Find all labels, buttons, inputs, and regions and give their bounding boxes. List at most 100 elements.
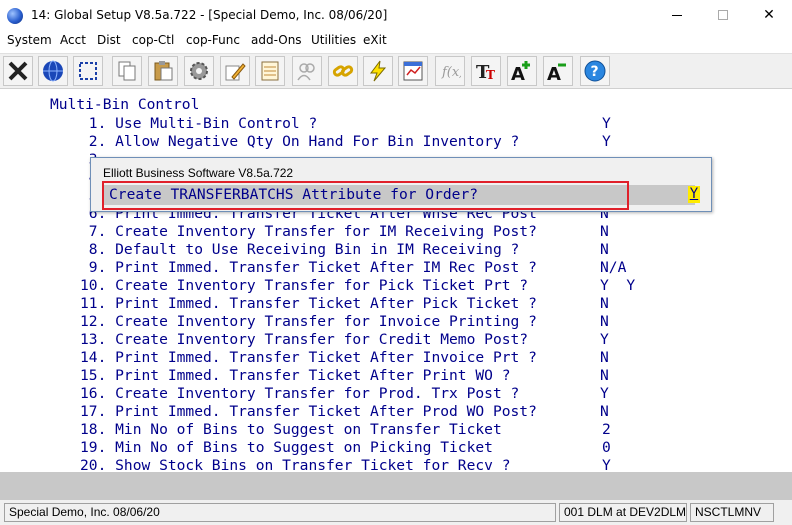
svg-text:T: T [486,68,495,82]
setting-row-label: 15. Print Immed. Transfer Ticket After P… [80,367,511,384]
setting-row-label: 17. Print Immed. Transfer Ticket After P… [80,403,537,420]
lightning-icon [370,60,387,82]
setting-row-value[interactable]: Y [602,457,611,472]
paste-button[interactable] [148,56,178,86]
setting-row-label: 1. Use Multi-Bin Control ? [80,115,318,132]
status-company: Special Demo, Inc. 08/06/20 [4,503,556,522]
menu-exit[interactable]: eXit [363,33,387,47]
help-question-icon: ? [584,60,606,82]
edit-button[interactable] [220,56,250,86]
select-button[interactable] [73,56,103,86]
window-title: 14: Global Setup V8.5a.722 - [Special De… [31,8,388,22]
dialog-title: Elliott Business Software V8.5a.722 [103,166,294,180]
minimize-icon [672,14,682,16]
settings-button[interactable] [184,56,214,86]
setting-row-value[interactable]: N [600,367,609,384]
link-chain-icon [332,65,354,77]
toolbar: f(x) TT A A ? [0,53,792,89]
setting-row-value[interactable]: 0 [602,439,611,456]
setting-row-value[interactable]: N [600,349,609,366]
menu-dist[interactable]: Dist [97,33,121,47]
setting-row-value[interactable]: N [600,223,609,240]
setting-row-label: 8. Default to Use Receiving Bin in IM Re… [80,241,520,258]
users-button[interactable] [292,56,322,86]
svg-text:f(x): f(x) [441,65,461,80]
exit-x-icon [8,61,28,81]
setting-row-value[interactable]: N [600,241,609,258]
status-screen-id: NSCTLMNV [690,503,774,522]
setting-row-label: 10. Create Inventory Transfer for Pick T… [80,277,529,294]
function-button[interactable]: f(x) [435,56,465,86]
screen-bottom-band [0,472,792,500]
setting-row-label: 19. Min No of Bins to Suggest on Picking… [80,439,493,456]
notes-icon [261,61,279,81]
setting-row-label: 2. Allow Negative Qty On Hand For Bin In… [80,133,520,150]
title-bar: 14: Global Setup V8.5a.722 - [Special De… [0,0,792,31]
font-decrease-button[interactable]: A [543,56,573,86]
minimize-button[interactable] [654,0,700,30]
close-icon: ✕ [763,7,775,23]
close-button[interactable]: ✕ [746,0,792,30]
font-button[interactable]: TT [471,56,501,86]
notes-button[interactable] [255,56,285,86]
dialog-answer-input[interactable]: Y [688,186,700,203]
setting-row-value[interactable]: Y [602,133,611,150]
setting-row-value[interactable]: N [600,313,609,330]
menu-system[interactable]: System [7,33,52,47]
lightning-button[interactable] [363,56,393,86]
setting-row-label: 12. Create Inventory Transfer for Invoic… [80,313,537,330]
menu-cop-ctl[interactable]: cop-Ctl [132,33,174,47]
setting-row-label: 16. Create Inventory Transfer for Prod. … [80,385,520,402]
status-user: 001 DLM at DEV2DLM [559,503,687,522]
setting-row-value[interactable]: N [600,403,609,420]
status-bar: Special Demo, Inc. 08/06/20 001 DLM at D… [0,500,792,525]
copy-button[interactable] [112,56,142,86]
svg-text:?: ? [591,64,599,80]
menu-bar: System Acct Dist cop-Ctl cop-Func add-On… [0,31,792,51]
setting-row-label: 13. Create Inventory Transfer for Credit… [80,331,529,348]
setting-row-value[interactable]: 2 [602,421,611,438]
setting-row-label: 14. Print Immed. Transfer Ticket After I… [80,349,537,366]
globe-icon [43,60,63,82]
setting-row-value[interactable]: Y [600,331,609,348]
setting-row-label: 18. Min No of Bins to Suggest on Transfe… [80,421,502,438]
setting-row-value[interactable]: Y [600,385,609,402]
menu-acct[interactable]: Acct [60,33,86,47]
link-button[interactable] [328,56,358,86]
setting-row-label: 9. Print Immed. Transfer Ticket After IM… [80,259,537,276]
select-rectangle-icon [79,62,97,80]
setting-row-label: 7. Create Inventory Transfer for IM Rece… [80,223,537,240]
settings-gear-icon [190,62,208,80]
setting-row-label: 11. Print Immed. Transfer Ticket After P… [80,295,537,312]
setting-row-value[interactable]: N [600,295,609,312]
font-increase-icon: A [511,61,530,82]
help-button[interactable]: ? [580,56,610,86]
menu-utilities[interactable]: Utilities [311,33,356,47]
annotation-highlight-box [102,181,629,210]
setting-row-value[interactable]: Y Y [600,277,635,294]
setting-row-label: 20. Show Stock Bins on Transfer Ticket f… [80,457,511,472]
menu-cop-func[interactable]: cop-Func [186,33,240,47]
exit-button[interactable] [3,56,33,86]
users-icon [297,63,315,81]
edit-pencil-icon [225,63,246,81]
setting-row-value[interactable]: N/A [600,259,626,276]
globe-button[interactable] [38,56,68,86]
main-screen: Multi-Bin Control 1. Use Multi-Bin Contr… [0,90,792,472]
report-button[interactable] [398,56,428,86]
paste-icon [154,61,173,81]
report-icon [403,61,423,81]
svg-text:A: A [511,64,525,82]
font-increase-button[interactable]: A [507,56,537,86]
setting-row-value[interactable]: Y [602,115,611,132]
app-globe-icon [7,8,23,24]
function-icon: f(x) [441,65,461,80]
maximize-button[interactable] [700,0,746,30]
font-decrease-icon: A [547,63,566,82]
screen-heading: Multi-Bin Control [50,96,200,113]
maximize-icon [718,10,728,20]
copy-icon [118,61,136,81]
menu-add-ons[interactable]: add-Ons [251,33,302,47]
svg-text:A: A [547,64,561,82]
font-tt-icon: TT [476,62,495,82]
